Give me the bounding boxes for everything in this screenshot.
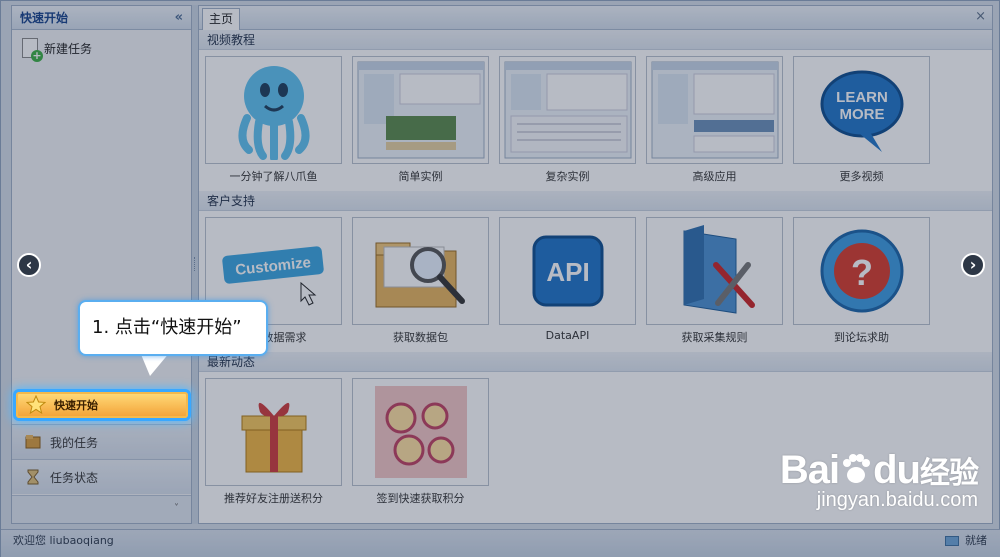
card-advanced[interactable]: 高级应用 [646,56,783,191]
card-label: 推荐好友注册送积分 [224,492,323,505]
card-simple-example[interactable]: 简单实例 [352,56,489,191]
star-icon [26,395,46,415]
hourglass-icon [27,469,39,485]
baidu-watermark: Bai du经验 jingyan.baidu.com [779,448,979,512]
left-panel-title: 快速开始 [20,11,69,25]
section-title: 最新动态 [199,352,992,372]
status-state: 就绪 [945,530,987,552]
card-label: 获取采集规则 [681,331,748,344]
close-icon[interactable]: × [975,9,986,24]
new-task-label: 新建任务 [44,41,93,56]
prev-arrow-icon[interactable]: ‹ [17,253,41,277]
card-octopus-intro[interactable]: 一分钟了解八爪鱼 [205,56,342,191]
section-grid: Customize 提交数据需求 获取数据包 API DataAPI 获取采集规… [199,211,992,352]
card-label: 更多视频 [839,170,884,183]
welcome-text: 欢迎您 liubaoqiang [13,534,114,547]
section-grid: 一分钟了解八爪鱼 简单实例 复杂实例 高级应用 LEARN MORE 更多视频 [199,50,992,191]
accordion-item-quick-start[interactable]: 快速开始 [16,392,188,418]
new-document-icon: + [22,38,43,62]
card-label: 获取数据包 [393,331,448,344]
accordion-label: 我的任务 [50,435,99,450]
screenshot-icon [646,56,783,164]
api-icon: API [499,217,636,325]
card-checkin-points[interactable]: 签到快速获取积分 [352,378,489,513]
api-text: API [546,257,589,287]
card-forum-help[interactable]: ? 到论坛求助 [793,217,930,352]
octopus-mascot-icon [205,56,342,164]
card-more-videos[interactable]: LEARN MORE 更多视频 [793,56,930,191]
card-label: DataAPI [545,329,590,342]
gift-box-icon [205,378,342,486]
card-label: 复杂实例 [545,170,590,183]
status-label: 就绪 [965,534,987,547]
question-icon: ? [793,217,930,325]
status-lamp-icon [945,536,959,546]
folder-tools-icon [646,217,783,325]
accordion-label: 任务状态 [50,470,99,485]
tab-home[interactable]: 主页 [202,8,240,30]
accordion-item-task-status[interactable]: 任务状态 [12,459,191,494]
section-title: 视频教程 [199,30,992,50]
card-label: 高级应用 [692,170,737,183]
card-data-package[interactable]: 获取数据包 [352,217,489,352]
folder-icon [25,435,41,449]
card-label: 一分钟了解八爪鱼 [229,170,318,183]
card-label: 简单实例 [398,170,443,183]
screenshot-icon [499,56,636,164]
collapse-icon[interactable]: « [175,10,183,25]
accordion-item-my-tasks[interactable]: 我的任务 [12,424,191,459]
tab-bar: 主页 × [199,6,992,30]
folder-magnifier-icon [352,217,489,325]
card-label: 签到快速获取积分 [376,492,465,505]
card-invite-friends[interactable]: 推荐好友注册送积分 [205,378,342,513]
new-task-button[interactable]: + 新建任务 [12,30,191,66]
more-text: MORE [839,106,884,123]
screenshot-icon [352,56,489,164]
tutorial-callout: 1. 点击“快速开始” [78,300,268,356]
points-reward-icon [352,378,489,486]
card-label: 到论坛求助 [834,331,889,344]
learn-more-icon: LEARN MORE [793,56,930,164]
main-panel: 主页 × 视频教程 一分钟了解八爪鱼 简单实例 复杂实例 高级应用 LEARN … [198,5,993,524]
accordion-label: 快速开始 [54,399,98,412]
card-collection-rules[interactable]: 获取采集规则 [646,217,783,352]
status-bar: 欢迎您 liubaoqiang 就绪 [1,529,1000,557]
section-title: 客户支持 [199,191,992,211]
left-panel-header: 快速开始 « [12,6,191,30]
learn-text: LEARN [836,89,888,106]
svg-text:?: ? [851,252,873,293]
next-arrow-icon[interactable]: › [961,253,985,277]
card-data-api[interactable]: API DataAPI [499,217,636,352]
paw-icon [843,454,871,483]
card-complex-example[interactable]: 复杂实例 [499,56,636,191]
accordion-expand[interactable]: ˅ [12,495,191,523]
watermark-logo: Bai du经验 [779,448,979,492]
